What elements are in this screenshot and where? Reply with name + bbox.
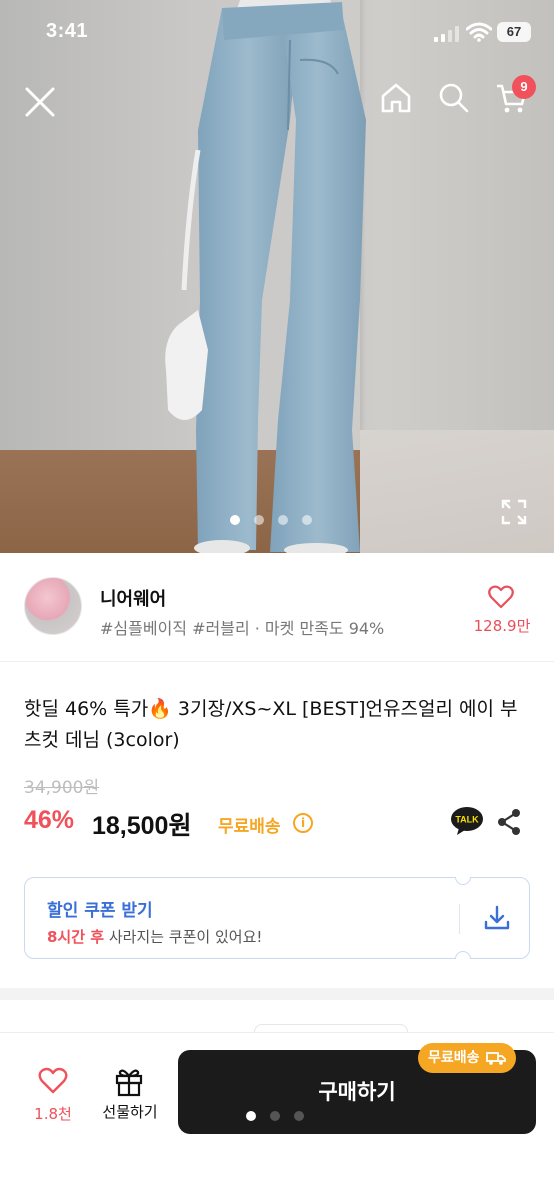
heart-icon[interactable]	[488, 585, 514, 609]
shipping-badge: 무료배송	[418, 1043, 516, 1073]
gift-label[interactable]: 선물하기	[94, 1101, 166, 1122]
shipping-badge-label: 무료배송	[428, 1050, 480, 1066]
expand-icon[interactable]	[500, 498, 528, 526]
coupon-time-highlight: 8시간 후	[47, 928, 105, 946]
wifi-icon	[466, 22, 492, 42]
coupon-notch	[455, 951, 471, 959]
seller-like-count: 128.9만	[473, 617, 531, 635]
product-image[interactable]: 3:41 67 9	[0, 0, 554, 553]
bottom-page-dots	[246, 1111, 304, 1121]
seller-tags: #심플베이직 #러블리 · 마켓 만족도 94%	[100, 619, 385, 638]
carousel-dot[interactable]	[278, 515, 288, 525]
carousel-dot[interactable]	[302, 515, 312, 525]
page-dot	[246, 1111, 256, 1121]
gift-icon[interactable]	[113, 1065, 145, 1097]
share-icon[interactable]	[496, 808, 522, 836]
discount-rate: 46%	[24, 806, 75, 834]
carousel-dot[interactable]	[230, 515, 240, 525]
download-icon[interactable]	[483, 904, 511, 932]
status-time: 3:41	[46, 20, 89, 42]
sale-price: 18,500원	[92, 812, 192, 840]
like-count: 1.8천	[34, 1105, 72, 1123]
kakao-talk-icon[interactable]: TALK	[450, 806, 484, 836]
coupon-notch	[455, 877, 471, 885]
divider	[0, 661, 554, 662]
truck-icon	[485, 1052, 506, 1065]
section-divider	[0, 988, 554, 1000]
status-bar: 3:41 67	[0, 0, 554, 68]
coupon-subtitle: 8시간 후 사라지는 쿠폰이 있어요!	[47, 926, 262, 947]
battery-indicator: 67	[497, 22, 531, 42]
seller-row[interactable]: 니어웨어 #심플베이직 #러블리 · 마켓 만족도 94% 128.9만	[0, 553, 554, 661]
coupon-title: 할인 쿠폰 받기	[47, 901, 153, 921]
seller-avatar[interactable]	[24, 577, 82, 635]
cart-count-badge: 9	[512, 75, 536, 99]
like-heart-icon[interactable]	[38, 1067, 68, 1095]
page-dot	[294, 1111, 304, 1121]
info-icon[interactable]: i	[293, 813, 313, 833]
search-icon[interactable]	[436, 80, 472, 116]
home-icon[interactable]	[378, 80, 414, 116]
coupon-subtitle-text: 사라지는 쿠폰이 있어요!	[104, 928, 263, 946]
image-carousel-dots[interactable]	[230, 515, 312, 525]
page-dot	[270, 1111, 280, 1121]
seller-name[interactable]: 니어웨어	[100, 585, 166, 611]
product-title: 핫딜 46% 특가🔥 3기장/XS~XL [BEST]언유즈얼리 에이 부츠컷 …	[24, 698, 518, 751]
free-shipping-label: 무료배송	[218, 817, 281, 837]
carousel-dot[interactable]	[254, 515, 264, 525]
original-price: 34,900원	[24, 778, 100, 798]
talk-label: TALK	[455, 815, 479, 825]
bottom-action-bar: 1.8천 선물하기 구매하기 무료배송	[0, 1032, 554, 1200]
bag-illustration	[165, 150, 208, 420]
coupon-card[interactable]: 할인 쿠폰 받기 8시간 후 사라지는 쿠폰이 있어요!	[24, 877, 530, 959]
close-icon[interactable]	[22, 84, 58, 120]
cellular-signal-icon	[434, 26, 459, 42]
coupon-separator	[459, 904, 460, 934]
